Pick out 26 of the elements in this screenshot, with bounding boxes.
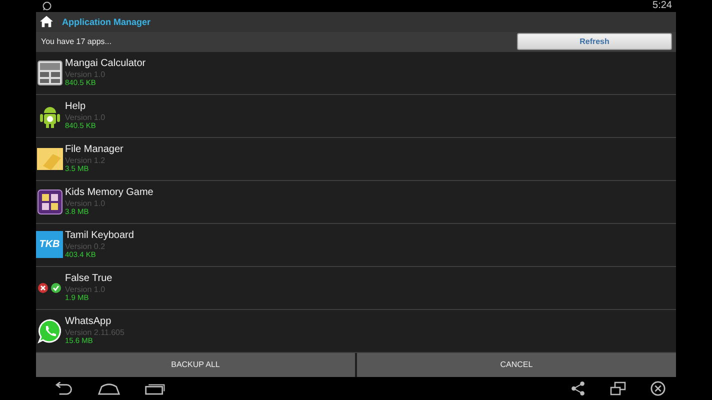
app-name: Mangai Calculator — [65, 58, 146, 70]
app-name: WhatsApp — [65, 316, 112, 328]
memory-cards-icon — [36, 188, 62, 215]
chat-phone-icon — [36, 318, 62, 344]
app-name: Help — [65, 101, 87, 113]
keyboard-logo: TKB — [36, 231, 63, 258]
screens-icon[interactable] — [610, 380, 626, 396]
app-name: Kids Memory Game — [65, 187, 154, 199]
home-icon[interactable] — [98, 382, 120, 395]
clock-time: 5:24 — [652, 0, 672, 12]
chat-bubble-icon — [42, 0, 52, 11]
cross-and-tick-icon — [36, 280, 62, 295]
refresh-button[interactable]: Refresh — [517, 33, 672, 50]
close-icon[interactable] — [650, 380, 666, 396]
app-name: File Manager — [65, 144, 124, 156]
action-button[interactable]: CANCEL — [357, 352, 676, 377]
recent-apps-icon[interactable] — [144, 382, 166, 395]
app-name: Tamil Keyboard — [65, 230, 134, 242]
home-icon[interactable] — [39, 15, 54, 28]
action-button[interactable]: BACKUP ALL — [36, 352, 355, 377]
app-title: Application Manager — [62, 16, 151, 27]
apps-count-text: You have 17 apps... — [41, 37, 112, 46]
calculator-icon — [36, 60, 62, 86]
folder-icon — [36, 146, 62, 172]
share-icon[interactable] — [570, 380, 586, 396]
app-name: False True — [65, 273, 112, 285]
